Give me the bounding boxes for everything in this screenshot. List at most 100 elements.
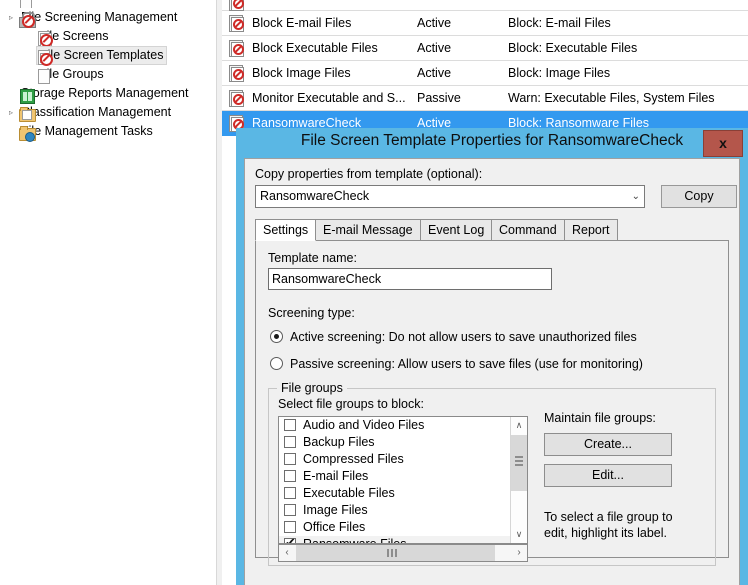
file-groups-horizontal-scrollbar[interactable]: ‹ › [278,544,528,562]
tree-item-6[interactable]: ▹ Classification Management [0,103,216,122]
checkbox-icon[interactable] [284,470,296,482]
file-group-label: Office Files [303,520,366,534]
maintain-file-groups-label: Maintain file groups: [544,411,656,425]
table-row[interactable]: Block E-mail Files Active Block: E-mail Fi… [222,11,748,36]
checkbox-icon[interactable] [284,521,296,533]
maintain-file-groups-panel: Maintain file groups: Create... Edit... … [544,411,724,541]
screening-type-label: Screening type: [268,306,355,320]
scroll-down-icon[interactable]: ∨ [511,526,527,543]
file-group-item[interactable]: E-mail Files [279,468,527,485]
checkbox-icon[interactable] [284,487,296,499]
table-row[interactable]: Block Image Files Active Block: Image File… [222,61,748,86]
template-name-label: Template name: [268,251,357,265]
expander-icon[interactable]: ▹ [4,8,18,27]
mmc-tree-pane: ▹ File Screening Management File Screens Fi… [0,0,216,585]
edit-button[interactable]: Edit... [544,464,672,487]
tree-item-label: File Management Tasks [21,124,153,138]
file-group-label: Audio and Video Files [303,418,425,432]
file-screen-template-icon [228,90,244,107]
file-groups-listbox[interactable]: Audio and Video Files Backup Files Compres… [278,416,528,544]
tree-item-0 [0,0,216,8]
radio-label: Active screening: Do not allow users to … [290,330,637,344]
cell-template-name: Block E-mail Files [252,16,352,30]
table-row[interactable]: Block Executable Files Active Block: Execu… [222,36,748,61]
copy-template-value: RansomwareCheck [260,189,370,203]
file-groups-items: Audio and Video Files Backup Files Compres… [279,417,527,544]
tree-item-label: Classification Management [21,105,172,119]
file-groups-hint: To select a file group to edit, highligh… [544,510,673,540]
cell-template-name: Block Image Files [252,66,351,80]
tree-item-selected[interactable]: File Screen Templates [0,46,216,66]
tab-event-log[interactable]: Event Log [420,219,493,241]
table-row[interactable]: Block Audio and Video Fil...ActiveBlock:… [222,0,748,11]
settings-tab-panel: Template name: RansomwareCheck Screening… [255,240,729,566]
tree-item-2[interactable]: File Screens [0,27,216,48]
file-group-label: Image Files [303,503,368,517]
scroll-up-icon[interactable]: ∧ [511,417,527,434]
radio-indicator [270,330,283,343]
tab-settings[interactable]: Settings [255,219,317,241]
radio-passive-screening[interactable]: Passive screening: Allow users to save f… [268,356,716,374]
dialog-body: Copy properties from template (optional)… [244,158,740,585]
file-group-item[interactable]: Executable Files [279,485,527,502]
expander-icon[interactable]: ▹ [4,103,18,122]
file-group-item[interactable]: Image Files [279,502,527,519]
file-group-label: Compressed Files [303,452,404,466]
file-groups-legend: File groups [277,381,347,395]
file-screen-template-properties-dialog: File Screen Template Properties for Rans… [236,128,748,585]
screening-type-radio-group: Active screening: Do not allow users to … [268,329,716,374]
copy-button[interactable]: Copy [661,185,737,208]
cell-screening-type: Passive [417,91,461,105]
cell-template-name: Block Executable Files [252,41,378,55]
cell-screening-type: Active [417,16,452,30]
cell-description: Block: Image Files [508,66,611,80]
file-group-item[interactable]: Office Files [279,519,527,536]
checkbox-icon[interactable] [284,436,296,448]
cell-description: Warn: Executable Files, System Files [508,91,715,105]
radio-active-screening[interactable]: Active screening: Do not allow users to … [268,329,716,347]
checkbox-icon[interactable] [284,453,296,465]
file-group-item[interactable]: Audio and Video Files [279,417,527,434]
file-screen-template-icon [228,15,244,32]
scroll-left-icon[interactable]: ‹ [279,545,295,561]
table-row[interactable]: Monitor Executable and S... Passive Warn: … [222,86,748,111]
tree-item-4[interactable]: File Groups [0,65,216,84]
tree-item-7[interactable]: File Management Tasks [0,122,216,142]
chevron-down-icon: ⌄ [631,191,640,202]
file-group-label: Ransomware Files [303,537,407,544]
cell-template-name: Monitor Executable and S... [252,91,406,105]
close-icon[interactable]: x [703,130,743,157]
cell-screening-type: Active [417,66,452,80]
tree-item-5[interactable]: Storage Reports Management [0,84,216,104]
cell-description: Block: Executable Files [508,41,638,55]
tree-item-label: Storage Reports Management [21,86,189,100]
radio-label: Passive screening: Allow users to save f… [290,357,643,371]
cell-screening-type: Active [417,41,452,55]
copy-properties-row: RansomwareCheck ⌄ Copy [255,185,737,209]
tree-item-1[interactable]: ▹ File Screening Management [0,8,216,28]
checkbox-icon[interactable] [284,419,296,431]
file-group-item[interactable]: Ransomware Files [279,534,527,544]
copy-template-dropdown[interactable]: RansomwareCheck ⌄ [255,185,645,208]
scroll-right-icon[interactable]: › [511,545,527,561]
file-group-item[interactable]: Backup Files [279,434,527,451]
tree-item-label: File Screening Management [21,10,178,24]
vertical-scroll-thumb[interactable] [511,435,527,491]
list-right-stub [728,0,748,134]
dialog-tabs: Settings E-mail Message Event Log Command Re… [255,219,729,241]
copy-properties-label: Copy properties from template (optional)… [255,167,483,181]
template-name-input[interactable]: RansomwareCheck [268,268,552,290]
file-group-label: Backup Files [303,435,375,449]
tab-e-mail-message[interactable]: E-mail Message [315,219,421,241]
file-groups-groupbox: File groups Select file groups to block:… [268,381,716,566]
tab-report[interactable]: Report [564,219,618,241]
file-group-label: E-mail Files [303,469,369,483]
tab-command[interactable]: Command [491,219,565,241]
horizontal-scroll-thumb[interactable] [296,545,495,561]
file-group-item[interactable]: Compressed Files [279,451,527,468]
checkbox-icon[interactable] [284,504,296,516]
create-button[interactable]: Create... [544,433,672,456]
file-screen-template-icon [228,0,244,11]
dialog-titlebar: File Screen Template Properties for Rans… [236,128,748,158]
file-groups-vertical-scrollbar[interactable]: ∧ ∨ [510,417,527,543]
